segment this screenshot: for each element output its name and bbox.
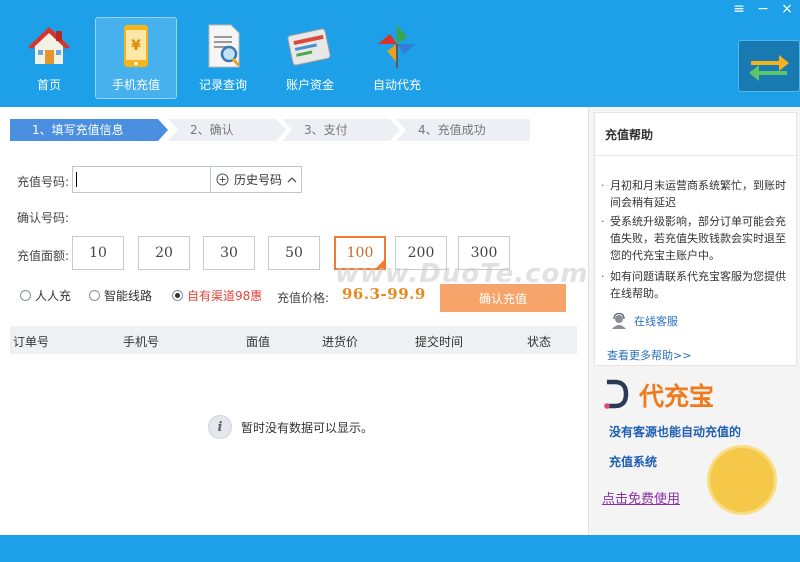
amount-option-30[interactable]: 30: [203, 236, 255, 270]
close-icon[interactable]: ×: [780, 0, 794, 18]
amount-label: 充值面额:: [17, 249, 70, 263]
main-nav: 首页 ¥ 手机充值 记录查询 账户资金 自动代充: [8, 17, 438, 99]
swap-arrows-icon: [749, 55, 789, 81]
promo-badge-icon: [707, 445, 777, 515]
info-icon: i: [208, 415, 232, 439]
step-confirm: 2、确认: [168, 119, 286, 141]
promo-tagline-2: 充值系统: [609, 455, 658, 469]
history-number-button[interactable]: 历史号码: [210, 166, 302, 193]
online-service-link[interactable]: 在线客服: [610, 312, 678, 330]
help-item: 如有问题请联系代充宝客服为您提供在线帮助。: [601, 268, 791, 302]
column-header[interactable]: 面值: [246, 333, 270, 350]
amount-option-20[interactable]: 20: [138, 236, 190, 270]
column-header[interactable]: 订单号: [13, 333, 49, 350]
amount-option-10[interactable]: 10: [72, 236, 124, 270]
bottom-bar: [0, 535, 800, 562]
pinwheel-icon: [378, 25, 416, 68]
chevron-up-icon: [287, 176, 297, 182]
side-panel: 充值帮助 月初和月末运营商系统繁忙，到账时间会稍有延迟 受系统升级影响，部分订单…: [588, 107, 800, 535]
home-icon: [28, 27, 70, 64]
divider: [595, 155, 796, 156]
empty-state: i 暂时没有数据可以显示。: [208, 415, 373, 439]
window-controls: ≡ − ×: [732, 0, 794, 18]
radio-button[interactable]: [89, 290, 100, 301]
step-fill-info: 1、填写充值信息: [10, 119, 168, 141]
help-card: 充值帮助 月初和月末运营商系统繁忙，到账时间会稍有延迟 受系统升级影响，部分订单…: [594, 112, 797, 366]
text-cursor: [76, 172, 77, 187]
step-pay: 3、支付: [282, 119, 400, 141]
radio-button-checked[interactable]: [172, 290, 183, 301]
step-success: 4、充值成功: [396, 119, 530, 141]
nav-item-phone-recharge[interactable]: ¥ 手机充值: [95, 17, 177, 99]
top-bar: ≡ − × 首页 ¥ 手机充值 记录查询 账户资金 自动代充: [0, 0, 800, 107]
menu-icon[interactable]: ≡: [732, 0, 746, 18]
channel-renrenchong[interactable]: 人人充: [20, 287, 71, 304]
record-search-icon: [208, 24, 240, 68]
promo-tagline-1: 没有客源也能自动充值的: [609, 425, 742, 439]
daichongbao-logo-icon: [604, 379, 629, 409]
phone-recharge-icon: ¥: [124, 25, 148, 67]
column-header[interactable]: 状态: [527, 333, 551, 350]
nav-label: 自动代充: [372, 78, 421, 92]
history-number-label: 历史号码: [234, 173, 283, 187]
radio-button[interactable]: [20, 290, 31, 301]
column-header[interactable]: 手机号: [123, 333, 159, 350]
nav-label: 首页: [36, 78, 61, 92]
orders-table-header: 订单号 手机号 面值 进货价 提交时间 状态: [10, 326, 577, 354]
switch-account-button[interactable]: [738, 40, 800, 92]
recharge-main: 1、填写充值信息 2、确认 3、支付 4、充值成功 充值号码: 历史号码 确认号…: [0, 107, 588, 535]
nav-label: 记录查询: [198, 78, 247, 92]
customer-service-icon: [612, 312, 626, 329]
svg-text:¥: ¥: [131, 38, 141, 54]
watermark: www.DuoTe.com: [335, 259, 589, 289]
channel-label: 人人充: [35, 289, 72, 303]
free-trial-link[interactable]: 点击免费使用: [602, 488, 680, 507]
more-help-link[interactable]: 查看更多帮助>>: [607, 347, 691, 363]
help-title: 充值帮助: [605, 128, 654, 142]
amount-option-50[interactable]: 50: [268, 236, 320, 270]
nav-item-home[interactable]: 首页: [8, 17, 90, 99]
empty-text: 暂时没有数据可以显示。: [241, 420, 374, 435]
column-header[interactable]: 提交时间: [415, 333, 463, 350]
channel-smart-route[interactable]: 智能线路: [89, 287, 152, 304]
channel-label: 自有渠道98惠: [187, 289, 263, 303]
promo-brand-name: 代充宝: [639, 382, 715, 411]
column-header[interactable]: 进货价: [322, 333, 358, 350]
online-service-label: 在线客服: [634, 315, 678, 328]
help-item: 受系统升级影响，部分订单可能会充值失败，若充值失败钱款会实时退至您的代充宝主账户…: [601, 213, 791, 264]
price-label: 充值价格:: [277, 291, 330, 305]
help-item: 月初和月末运营商系统繁忙，到账时间会稍有延迟: [601, 177, 791, 211]
nav-item-auto-recharge[interactable]: 自动代充: [356, 17, 438, 99]
nav-item-account-funds[interactable]: 账户资金: [269, 17, 351, 99]
nav-label: 手机充值: [111, 78, 160, 92]
step-progress: 1、填写充值信息 2、确认 3、支付 4、充值成功: [10, 119, 530, 141]
minimize-icon[interactable]: −: [756, 0, 770, 18]
phone-label: 充值号码:: [17, 175, 70, 189]
nav-label: 账户资金: [285, 78, 334, 92]
account-funds-icon: [287, 28, 331, 66]
phone-number-input[interactable]: [72, 166, 210, 193]
add-circle-icon: [216, 173, 229, 186]
channel-label: 智能线路: [104, 289, 153, 303]
nav-item-record-search[interactable]: 记录查询: [182, 17, 264, 99]
confirm-number-label: 确认号码:: [17, 211, 70, 225]
channel-own[interactable]: 自有渠道98惠: [172, 287, 262, 304]
